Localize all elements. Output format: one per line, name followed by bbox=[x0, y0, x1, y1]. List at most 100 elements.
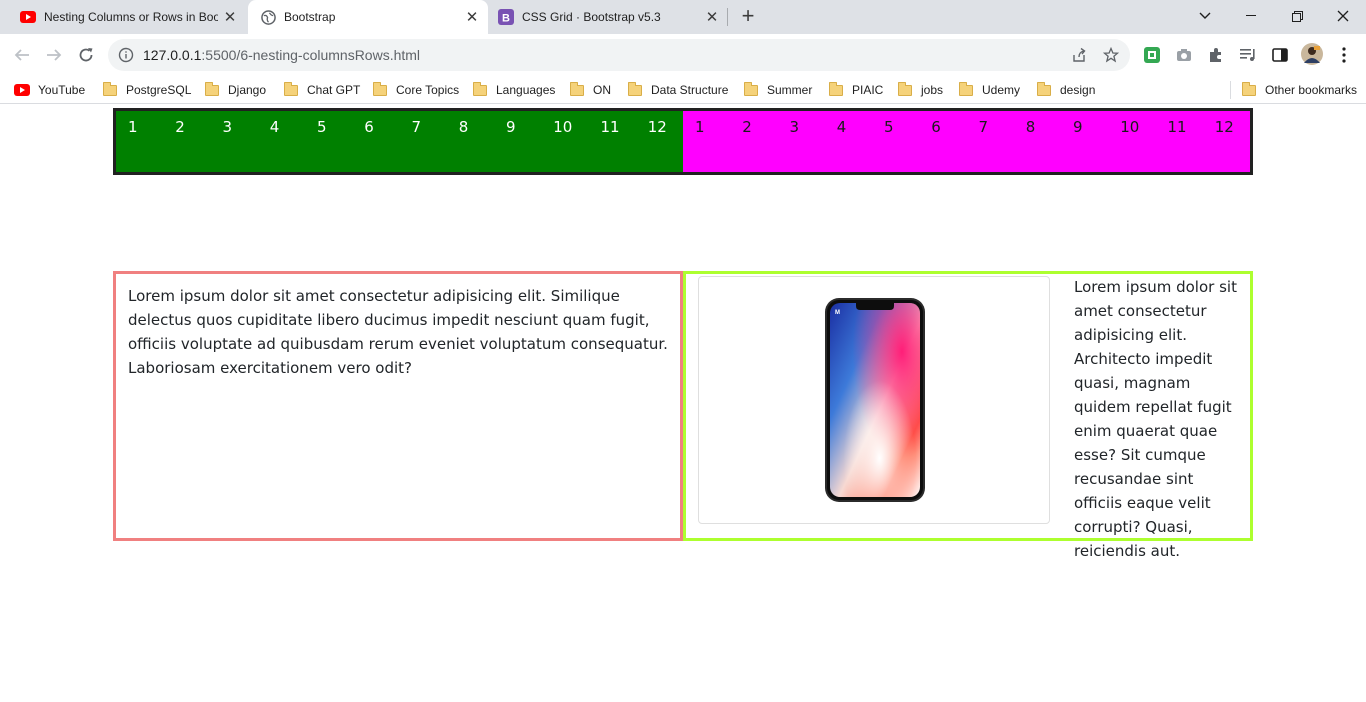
bookmark-django[interactable]: Django bbox=[205, 81, 266, 99]
folder-icon bbox=[744, 81, 758, 96]
url-text[interactable]: 127.0.0.1:5500/6-nesting-columnsRows.htm… bbox=[143, 47, 420, 63]
right-column-text: Lorem ipsum dolor sit amet consectetur a… bbox=[1074, 278, 1237, 560]
tab-strip: Nesting Columns or Rows in Boo ✕ Bootstr… bbox=[0, 0, 1366, 34]
grid-cell: 9 bbox=[1073, 118, 1083, 136]
folder-icon bbox=[205, 81, 219, 96]
svg-text:B: B bbox=[502, 13, 510, 25]
globe-icon bbox=[260, 9, 276, 25]
extensions-puzzle-icon[interactable] bbox=[1206, 45, 1226, 65]
back-arrow-icon[interactable] bbox=[8, 41, 36, 69]
grid-cell: 9 bbox=[506, 118, 516, 136]
folder-icon bbox=[628, 81, 642, 96]
left-column-text: Lorem ipsum dolor sit amet consectetur a… bbox=[128, 287, 668, 377]
bookmark-data-structure[interactable]: Data Structure bbox=[628, 81, 728, 99]
page-viewport: 1 2 3 4 5 6 7 8 9 10 11 12 1 2 3 4 5 6 7 8 9 10 11 12 Lorem ip… bbox=[0, 105, 1366, 702]
grid-cell: 12 bbox=[647, 118, 667, 136]
bookmark-star-icon[interactable] bbox=[1102, 46, 1120, 64]
extension-green-icon[interactable] bbox=[1142, 45, 1162, 65]
new-tab-button[interactable]: + bbox=[736, 5, 760, 29]
tab-youtube[interactable]: Nesting Columns or Rows in Boo ✕ bbox=[0, 0, 246, 34]
grid-cell: 10 bbox=[1120, 118, 1140, 136]
close-icon[interactable]: ✕ bbox=[464, 9, 480, 26]
grid-cell: 4 bbox=[836, 118, 847, 136]
bookmark-summer[interactable]: Summer bbox=[744, 81, 812, 99]
grid-cell: 10 bbox=[553, 118, 573, 136]
iphone-x-image: M bbox=[824, 297, 926, 503]
grid-cell: 7 bbox=[978, 118, 989, 136]
bookmark-label: YouTube bbox=[38, 83, 86, 97]
grid-cell: 6 bbox=[364, 118, 374, 136]
folder-icon bbox=[284, 81, 298, 96]
grid-cell: 3 bbox=[222, 118, 233, 136]
minimize-button[interactable] bbox=[1228, 0, 1274, 32]
svg-text:M: M bbox=[835, 310, 840, 316]
grid-cell: 2 bbox=[742, 118, 752, 136]
bookmark-jobs[interactable]: jobs bbox=[898, 81, 943, 99]
bookmark-label: Django bbox=[228, 83, 267, 97]
tab-title: Bootstrap bbox=[284, 10, 336, 24]
avatar[interactable] bbox=[1301, 43, 1323, 65]
bookmark-youtube[interactable]: YouTube bbox=[14, 81, 85, 99]
bookmark-label: ON bbox=[593, 83, 611, 97]
bookmark-label: Udemy bbox=[982, 83, 1021, 97]
bookmark-udemy[interactable]: Udemy bbox=[959, 81, 1020, 99]
other-bookmarks[interactable]: Other bookmarks bbox=[1242, 81, 1357, 99]
share-icon[interactable] bbox=[1070, 46, 1088, 64]
close-icon[interactable]: ✕ bbox=[704, 9, 720, 26]
grid-cell: 11 bbox=[600, 118, 620, 136]
grid-cell: 6 bbox=[931, 118, 941, 136]
reload-icon[interactable] bbox=[72, 41, 100, 69]
site-info-icon[interactable] bbox=[118, 47, 134, 63]
bookmarks-bar: YouTube PostgreSQL Django Chat GPT Core … bbox=[0, 76, 1366, 104]
address-bar[interactable]: 127.0.0.1:5500/6-nesting-columnsRows.htm… bbox=[108, 39, 1130, 71]
bookmark-label: jobs bbox=[921, 83, 944, 97]
youtube-icon bbox=[20, 9, 36, 25]
menu-dots-icon[interactable] bbox=[1334, 45, 1354, 65]
grid-cell: 12 bbox=[1214, 118, 1234, 136]
camera-icon[interactable] bbox=[1174, 45, 1194, 65]
tab-search-chevron-icon[interactable] bbox=[1182, 0, 1228, 32]
grid-cell: 1 bbox=[695, 118, 705, 136]
bookmark-label: Other bookmarks bbox=[1265, 83, 1358, 97]
grid-cell: 4 bbox=[269, 118, 280, 136]
tab-bootstrap[interactable]: Bootstrap ✕ bbox=[248, 0, 488, 34]
bookmark-piaic[interactable]: PIAIC bbox=[829, 81, 883, 99]
grid-cell: 8 bbox=[1025, 118, 1036, 136]
grid-cell: 5 bbox=[317, 118, 327, 136]
bookmark-label: Data Structure bbox=[651, 83, 729, 97]
folder-icon bbox=[570, 81, 584, 96]
folder-icon bbox=[829, 81, 843, 96]
bootstrap-icon: B bbox=[498, 9, 514, 25]
restore-button[interactable] bbox=[1274, 0, 1320, 32]
grid-cell: 11 bbox=[1167, 118, 1187, 136]
grid-cell: 1 bbox=[128, 118, 138, 136]
close-icon[interactable]: ✕ bbox=[222, 9, 238, 26]
tab-title: CSS Grid · Bootstrap v5.3 bbox=[522, 10, 661, 24]
tab-css-grid[interactable]: B CSS Grid · Bootstrap v5.3 ✕ bbox=[488, 0, 728, 34]
grid-right-half: 1 2 3 4 5 6 7 8 9 10 11 12 bbox=[683, 111, 1250, 172]
grid-cell: 7 bbox=[411, 118, 422, 136]
forward-arrow-icon[interactable] bbox=[40, 41, 68, 69]
bookmark-on[interactable]: ON bbox=[570, 81, 611, 99]
folder-icon bbox=[1242, 81, 1256, 96]
bookmark-label: PIAIC bbox=[852, 83, 884, 97]
bookmark-core-topics[interactable]: Core Topics bbox=[373, 81, 459, 99]
bookmark-label: Chat GPT bbox=[307, 83, 361, 97]
bookmark-languages[interactable]: Languages bbox=[473, 81, 555, 99]
browser-toolbar: 127.0.0.1:5500/6-nesting-columnsRows.htm… bbox=[0, 34, 1366, 76]
bookmark-label: design bbox=[1060, 83, 1096, 97]
media-queue-icon[interactable] bbox=[1238, 45, 1258, 65]
bookmark-label: PostgreSQL bbox=[126, 83, 192, 97]
grid-left-half: 1 2 3 4 5 6 7 8 9 10 11 12 bbox=[116, 111, 683, 172]
bookmark-label: Languages bbox=[496, 83, 556, 97]
right-column-box: M Lorem ipsum dolor sit amet consectetur… bbox=[683, 271, 1253, 560]
close-window-button[interactable] bbox=[1320, 0, 1366, 32]
bookmark-postgresql[interactable]: PostgreSQL bbox=[103, 81, 191, 99]
grid-cell: 2 bbox=[175, 118, 185, 136]
grid-cell: 8 bbox=[458, 118, 469, 136]
image-card: M bbox=[698, 276, 1050, 524]
bookmark-design[interactable]: design bbox=[1037, 81, 1095, 99]
bookmark-chat-gpt[interactable]: Chat GPT bbox=[284, 81, 360, 99]
bookmark-label: Summer bbox=[767, 83, 813, 97]
side-panel-icon[interactable] bbox=[1270, 45, 1290, 65]
